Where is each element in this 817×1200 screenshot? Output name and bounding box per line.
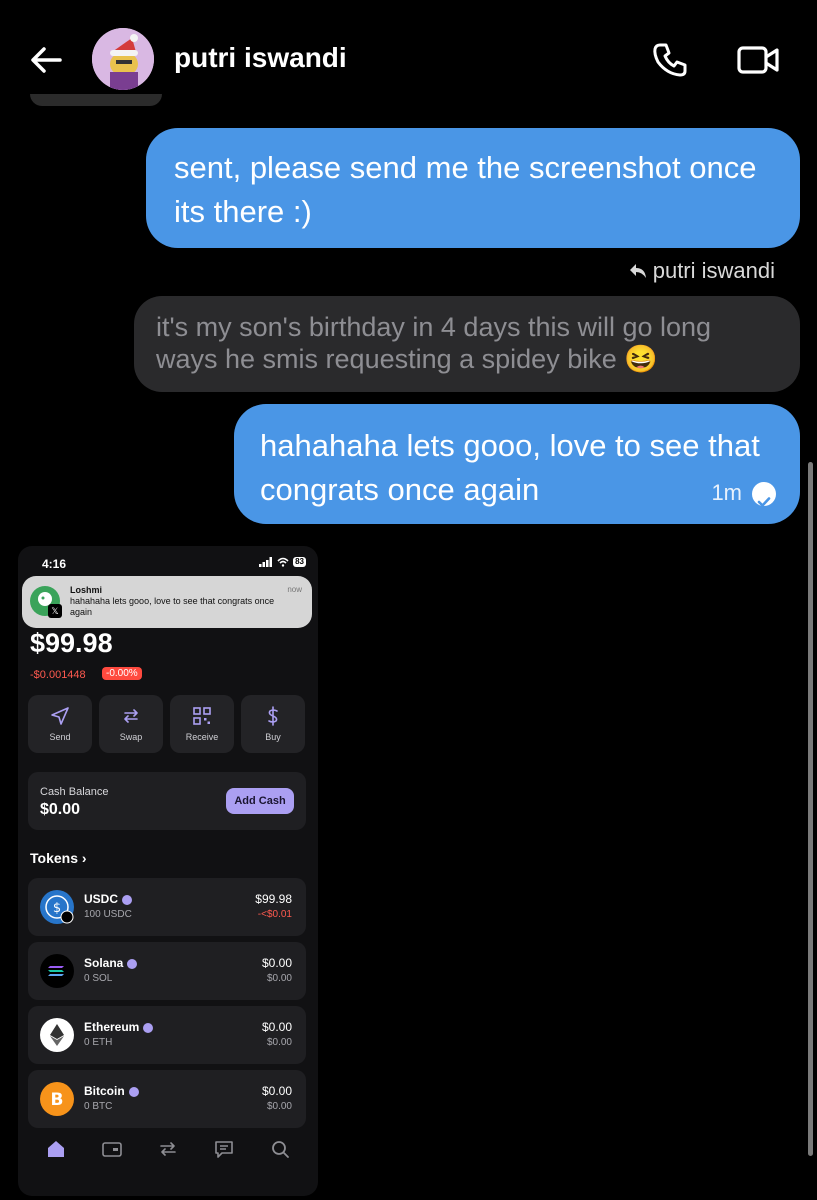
signal-icon [259,557,273,567]
send-icon [51,707,69,725]
message-text: hahahaha lets gooo, love to see that con… [260,428,760,507]
wallet-icon[interactable] [101,1138,123,1160]
ethereum-icon [40,1018,74,1052]
cash-balance-value: $0.00 [40,801,81,818]
cash-balance-label: Cash Balance [40,786,109,798]
verified-icon [122,894,133,905]
read-check-icon [752,482,776,507]
token-quantity: 0 ETH [84,1037,113,1048]
wifi-icon [277,557,289,567]
verified-icon [127,958,138,969]
video-camera-icon [737,46,779,74]
token-name: Solana [84,956,124,970]
svg-text:B: B [51,1090,64,1110]
total-balance: $99.98 [30,628,113,658]
swap-label: Swap [119,732,143,742]
balance-change-percent: -0.00% [102,667,142,680]
message-outgoing[interactable]: hahahaha lets gooo, love to see that con… [234,404,800,524]
send-label: Send [49,732,71,742]
token-value: $0.00 [261,956,292,970]
qr-code-icon [193,707,211,725]
home-icon[interactable] [45,1138,67,1160]
bitcoin-icon: B [40,1082,74,1116]
token-row-solana[interactable]: Solana 0 SOL $0.00 $0.00 [28,942,306,1000]
reply-reference-name: putri iswandi [652,258,775,283]
avatar-image [92,28,154,90]
token-quantity: 100 USDC [84,909,132,920]
balance-change-amount: -$0.001448 [30,669,86,681]
buy-button[interactable]: Buy [241,695,305,753]
bottom-tab-bar [18,1126,318,1196]
send-button[interactable]: Send [28,695,92,753]
add-cash-button[interactable]: Add Cash [226,788,294,814]
reply-reference: putri iswandi [629,258,775,284]
solana-icon [40,954,74,988]
token-change: $0.00 [266,1101,292,1112]
swap-icon [124,709,138,723]
contact-avatar[interactable] [92,28,154,90]
message-outgoing[interactable]: sent, please send me the screenshot once… [146,128,800,248]
token-name: Bitcoin [84,1084,125,1098]
swap-icon[interactable] [157,1138,179,1160]
status-icons: 83 [259,557,306,567]
buy-label: Buy [265,732,281,742]
token-row-ethereum[interactable]: Ethereum 0 ETH $0.00 $0.00 [28,1006,306,1064]
video-call-button[interactable] [736,42,780,78]
arrow-left-icon [31,47,62,73]
push-notification[interactable]: 𝕏 Loshmi now hahahaha lets gooo, love to… [22,576,312,628]
search-icon[interactable] [269,1138,291,1160]
token-name: USDC [84,892,119,906]
battery-level: 83 [293,557,306,567]
token-change: -<$0.01 [257,909,292,920]
verified-icon [143,1022,154,1033]
token-quantity: 0 BTC [84,1101,113,1112]
token-change: $0.00 [266,973,292,984]
tokens-title: Tokens [30,850,78,866]
token-value: $0.00 [261,1084,292,1098]
status-time: 4:16 [42,557,67,571]
message-timestamp: 1m [711,480,742,505]
notification-app: Loshmi [70,585,103,595]
cash-balance-card: Cash Balance $0.00 Add Cash [28,772,306,830]
dollar-icon [268,706,278,726]
previous-message-edge [30,94,162,106]
token-change: $0.00 [266,1037,292,1048]
token-row-bitcoin[interactable]: B Bitcoin 0 BTC $0.00 $0.00 [28,1070,306,1128]
message-incoming[interactable]: it's my son's birthday in 4 days this wi… [134,296,800,392]
voice-call-button[interactable] [650,40,690,80]
token-name: Ethereum [84,1020,140,1034]
back-button[interactable] [26,40,66,80]
notification-body: hahahaha lets gooo, love to see that con… [70,596,275,617]
swap-button[interactable]: Swap [99,695,163,753]
activity-icon[interactable] [213,1138,235,1160]
svg-text:$: $ [53,901,61,916]
scrollbar[interactable] [808,462,813,1156]
token-quantity: 0 SOL [84,973,113,984]
phone-icon [653,43,687,77]
contact-name[interactable]: putri iswandi [174,42,347,74]
receive-label: Receive [185,732,219,742]
receive-button[interactable]: Receive [170,695,234,753]
chevron-right-icon: › [81,850,87,866]
notification-time: now [287,585,302,594]
reply-arrow-icon [629,264,646,278]
token-value: $99.98 [255,892,292,906]
x-logo-icon: 𝕏 [48,604,62,618]
tokens-heading[interactable]: Tokens › [30,850,87,866]
token-row-usdc[interactable]: $ USDC 100 USDC $99.98 -<$0.01 [28,878,306,936]
usdc-icon: $ [40,890,74,924]
attached-screenshot[interactable]: 4:16 83 𝕏 Loshmi now hahahaha lets gooo,… [18,546,318,1196]
verified-icon [128,1086,139,1097]
token-value: $0.00 [261,1020,292,1034]
